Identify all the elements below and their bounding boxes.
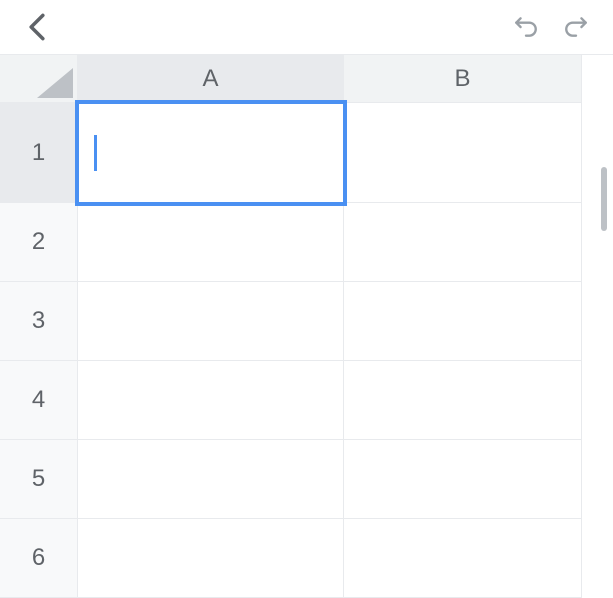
row-header-5[interactable]: 5 [0,440,78,519]
row-header-3[interactable]: 3 [0,282,78,361]
cells-area [78,103,582,598]
cell-a5[interactable] [78,440,344,519]
select-all-corner[interactable] [0,55,78,103]
toolbar [0,0,613,54]
row-header-2[interactable]: 2 [0,203,78,282]
row-headers: 1 2 3 4 5 6 [0,103,78,598]
cell-a4[interactable] [78,361,344,440]
cell-a3[interactable] [78,282,344,361]
cell-b3[interactable] [344,282,582,361]
back-button[interactable] [26,13,48,41]
toolbar-left [26,13,48,41]
cell-b2[interactable] [344,203,582,282]
column-header-b[interactable]: B [344,55,582,103]
cell-a2[interactable] [78,203,344,282]
row-header-4[interactable]: 4 [0,361,78,440]
column-header-a[interactable]: A [78,55,344,103]
cell-b4[interactable] [344,361,582,440]
redo-button[interactable] [561,14,591,40]
spreadsheet-grid: A B 1 2 3 4 5 6 [0,54,613,598]
cell-b5[interactable] [344,440,582,519]
toolbar-right [511,14,591,40]
vertical-scrollbar[interactable] [601,167,607,231]
row-header-1[interactable]: 1 [0,103,78,203]
undo-button[interactable] [511,14,541,40]
cell-a1[interactable] [78,103,344,203]
column-headers: A B [0,55,613,103]
grid-body: 1 2 3 4 5 6 [0,103,613,598]
cell-b1[interactable] [344,103,582,203]
